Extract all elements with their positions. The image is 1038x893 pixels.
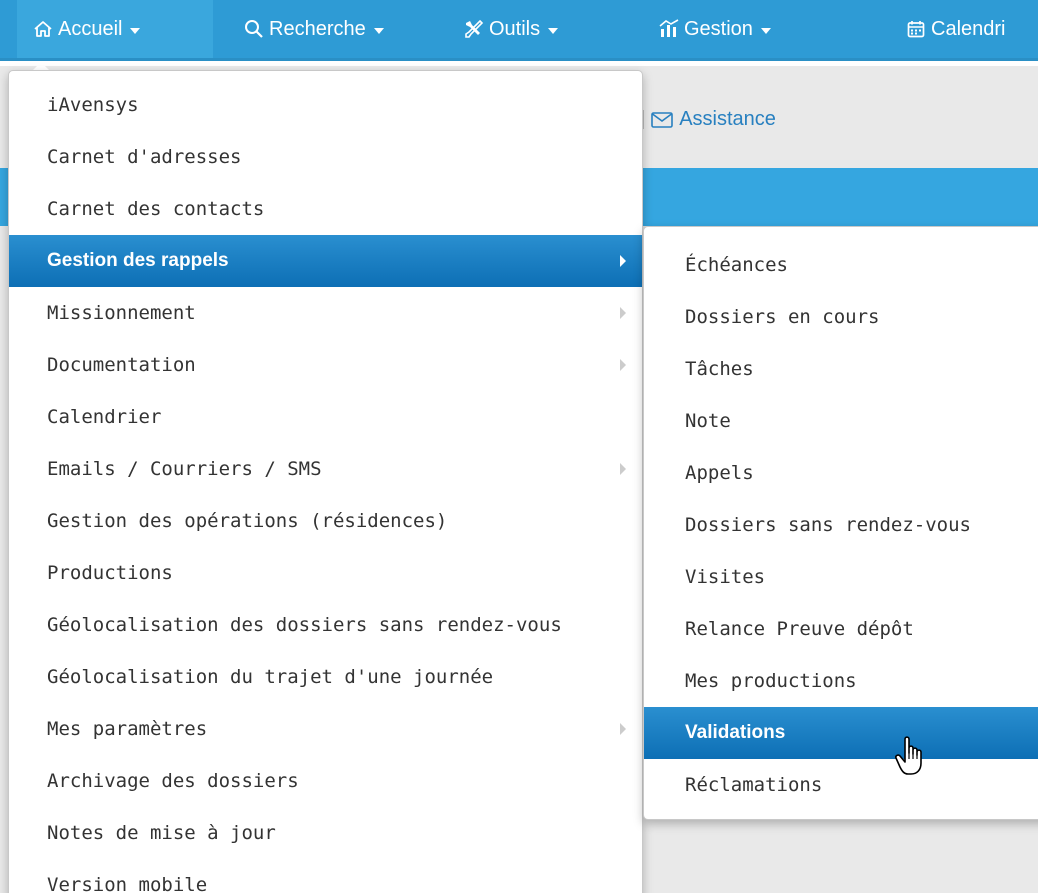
submenu-item-label: Échéances — [685, 254, 788, 276]
nav-outils[interactable]: Outils — [463, 0, 559, 58]
gestion-rappels-submenu: Échéances Dossiers en cours Tâches Note Appe… — [643, 226, 1038, 820]
menu-item-archivage-des-dossiers[interactable]: Archivage des dossiers — [9, 755, 642, 807]
chevron-right-icon — [620, 463, 626, 475]
nav-recherche-label: Recherche — [269, 17, 366, 40]
menu-item-label: iAvensys — [47, 94, 139, 116]
submenu-item-label: Dossiers en cours — [685, 306, 880, 328]
menu-item-mes-parametres[interactable]: Mes paramètres — [9, 703, 642, 755]
submenu-item-label: Réclamations — [685, 774, 823, 796]
menu-item-geolocalisation-du-trajet-d-une-journee[interactable]: Géolocalisation du trajet d'une journée — [9, 651, 642, 703]
menu-item-iavensys[interactable]: iAvensys — [9, 79, 642, 131]
menu-item-emails-courriers-sms[interactable]: Emails / Courriers / SMS — [9, 443, 642, 495]
menu-item-notes-de-mise-a-jour[interactable]: Notes de mise à jour — [9, 807, 642, 859]
menu-item-label: Carnet des contacts — [47, 198, 265, 220]
accueil-dropdown-menu: iAvensys Carnet d'adresses Carnet des cont… — [8, 70, 643, 893]
menu-item-label: Gestion des rappels — [47, 250, 229, 271]
menu-item-label: Missionnement — [47, 302, 196, 324]
nav-accueil[interactable]: Accueil — [17, 0, 213, 58]
search-icon — [243, 18, 265, 40]
assistance-label: Assistance — [679, 108, 776, 130]
submenu-item-label: Validations — [685, 722, 786, 743]
submenu-item-label: Appels — [685, 462, 754, 484]
menu-item-carnet-des-contacts[interactable]: Carnet des contacts — [9, 183, 642, 235]
menu-item-label: Gestion des opérations (résidences) — [47, 510, 448, 532]
envelope-icon — [651, 111, 674, 128]
home-icon — [32, 18, 54, 40]
submenu-item-reclamations[interactable]: Réclamations — [644, 759, 1038, 811]
submenu-item-label: Relance Preuve dépôt — [685, 618, 914, 640]
menu-item-label: Version mobile — [47, 874, 208, 893]
chevron-down-icon — [548, 27, 559, 34]
menu-item-productions[interactable]: Productions — [9, 547, 642, 599]
submenu-item-label: Dossiers sans rendez-vous — [685, 514, 971, 536]
submenu-item-taches[interactable]: Tâches — [644, 343, 1038, 395]
menu-item-gestion-des-operations-residences[interactable]: Gestion des opérations (résidences) — [9, 495, 642, 547]
chart-icon — [658, 18, 680, 40]
menu-item-carnet-d-adresses[interactable]: Carnet d'adresses — [9, 131, 642, 183]
menu-item-label: Notes de mise à jour — [47, 822, 276, 844]
submenu-item-note[interactable]: Note — [644, 395, 1038, 447]
submenu-item-label: Visites — [685, 566, 766, 588]
menu-item-calendrier[interactable]: Calendrier — [9, 391, 642, 443]
menu-item-label: Carnet d'adresses — [47, 146, 242, 168]
submenu-item-visites[interactable]: Visites — [644, 551, 1038, 603]
nav-gestion[interactable]: Gestion — [658, 0, 771, 58]
top-navbar: Accueil Recherche Outils Gestion Calendr… — [0, 0, 1038, 66]
submenu-item-label: Tâches — [685, 358, 754, 380]
submenu-item-dossiers-sans-rendez-vous[interactable]: Dossiers sans rendez-vous — [644, 499, 1038, 551]
chevron-down-icon — [760, 27, 771, 34]
submenu-item-relance-preuve-depot[interactable]: Relance Preuve dépôt — [644, 603, 1038, 655]
chevron-right-icon — [620, 255, 626, 267]
hand-cursor-icon — [893, 733, 933, 779]
assistance-link[interactable]: | Assistance — [640, 108, 776, 131]
nav-recherche[interactable]: Recherche — [243, 0, 384, 58]
tools-icon — [463, 18, 485, 40]
menu-item-label: Documentation — [47, 354, 196, 376]
submenu-item-label: Note — [685, 410, 731, 432]
menu-item-missionnement[interactable]: Missionnement — [9, 287, 642, 339]
menu-item-label: Géolocalisation des dossiers sans rendez… — [47, 614, 562, 636]
nav-outils-label: Outils — [489, 17, 541, 40]
chevron-right-icon — [620, 307, 626, 319]
navbar-bar: Accueil Recherche Outils Gestion Calendr… — [0, 0, 1038, 61]
nav-gestion-label: Gestion — [684, 17, 753, 40]
chevron-right-icon — [620, 359, 626, 371]
menu-item-version-mobile[interactable]: Version mobile — [9, 859, 642, 893]
dropdown-pointer — [33, 62, 49, 70]
chevron-down-icon — [130, 27, 141, 34]
menu-item-label: Géolocalisation du trajet d'une journée — [47, 666, 494, 688]
nav-accueil-label: Accueil — [58, 17, 123, 40]
submenu-item-label: Mes productions — [685, 670, 857, 692]
submenu-item-echeances[interactable]: Échéances — [644, 239, 1038, 291]
submenu-item-validations[interactable]: Validations — [644, 707, 1038, 759]
menu-item-label: Calendrier — [47, 406, 162, 428]
menu-item-gestion-des-rappels[interactable]: Gestion des rappels — [9, 235, 642, 287]
calendar-icon — [905, 18, 927, 40]
chevron-down-icon — [373, 27, 384, 34]
menu-item-label: Productions — [47, 562, 173, 584]
menu-item-label: Archivage des dossiers — [47, 770, 299, 792]
nav-calendrier[interactable]: Calendri — [905, 0, 1005, 58]
submenu-item-dossiers-en-cours[interactable]: Dossiers en cours — [644, 291, 1038, 343]
app-window: Accueil Recherche Outils Gestion Calendr… — [0, 0, 1038, 893]
menu-item-documentation[interactable]: Documentation — [9, 339, 642, 391]
chevron-right-icon — [620, 723, 626, 735]
menu-item-label: Emails / Courriers / SMS — [47, 458, 322, 480]
menu-item-label: Mes paramètres — [47, 718, 208, 740]
nav-calendrier-label: Calendri — [931, 17, 1006, 40]
menu-item-geolocalisation-des-dossiers-sans-rendez-vous[interactable]: Géolocalisation des dossiers sans rendez… — [9, 599, 642, 651]
submenu-item-mes-productions[interactable]: Mes productions — [644, 655, 1038, 707]
submenu-item-appels[interactable]: Appels — [644, 447, 1038, 499]
